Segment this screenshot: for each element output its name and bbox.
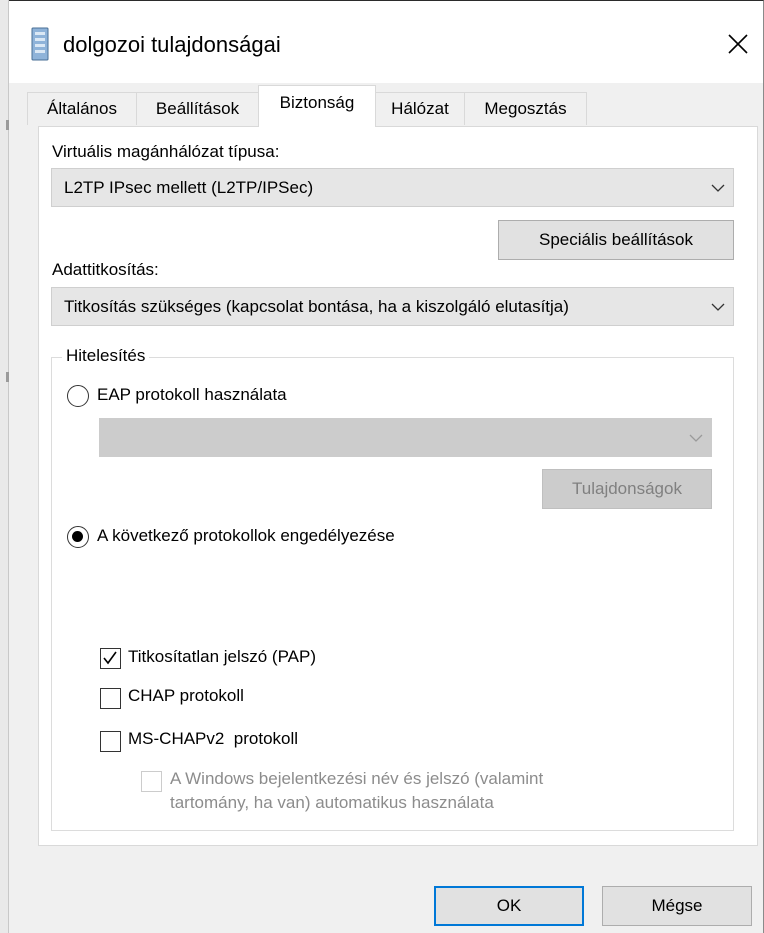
chap-checkbox[interactable] [100,688,121,709]
windows-logon-label-line2: tartomány, ha van) automatikus használat… [170,793,494,812]
eap-method-dropdown [99,418,712,457]
window-title: dolgozoi tulajdonságai [63,32,281,57]
close-icon [728,34,748,54]
close-button[interactable] [721,27,755,61]
tab-settings[interactable]: Beállítások [136,92,259,125]
advanced-settings-button[interactable]: Speciális beállítások [498,220,734,260]
windows-logon-label-line1: A Windows bejelentkezési név és jelszó (… [170,769,544,788]
encryption-label: Adattitkosítás: [52,260,159,279]
chevron-down-icon [689,419,703,456]
chevron-down-icon [711,169,725,206]
authentication-group-title: Hitelesítés [62,346,150,366]
vpn-type-dropdown[interactable]: L2TP IPsec mellett (L2TP/IPSec) [51,168,734,207]
network-connection-icon [31,27,49,61]
pap-label[interactable]: Titkosítatlan jelszó (PAP) [128,647,316,667]
chap-label[interactable]: CHAP protokoll [128,686,244,706]
cancel-button[interactable]: Mégse [602,886,752,926]
eap-radio[interactable] [67,385,89,407]
vpn-type-value: L2TP IPsec mellett (L2TP/IPSec) [64,177,314,197]
tab-general[interactable]: Általános [27,92,137,125]
mschapv2-label[interactable]: MS-CHAPv2 protokoll [128,729,298,749]
chevron-down-icon [711,288,725,325]
eap-label[interactable]: EAP protokoll használata [97,385,287,405]
encryption-value: Titkosítás szükséges (kapcsolat bontása,… [64,296,569,316]
title-bar[interactable]: dolgozoi tulajdonságai [9,1,763,83]
windows-logon-checkbox [141,771,162,792]
properties-button: Tulajdonságok [542,469,712,509]
checkmark-icon [103,651,117,665]
tab-sharing[interactable]: Megosztás [464,92,587,125]
tab-strip: Általános Beállítások Biztonság Hálózat … [9,83,763,127]
mschapv2-checkbox[interactable] [100,731,121,752]
pap-checkbox[interactable] [100,648,121,669]
ok-button[interactable]: OK [434,886,584,926]
properties-dialog: dolgozoi tulajdonságai Általános Beállít… [9,0,764,933]
vpn-type-label: Virtuális magánhálózat típusa: [52,142,280,161]
allow-protocols-label[interactable]: A következő protokollok engedélyezése [97,526,395,546]
encryption-dropdown[interactable]: Titkosítás szükséges (kapcsolat bontása,… [51,287,734,326]
allow-protocols-radio[interactable] [67,526,89,548]
tab-security[interactable]: Biztonság [258,85,376,127]
tab-network[interactable]: Hálózat [375,92,465,125]
background-window-edge [0,0,9,933]
